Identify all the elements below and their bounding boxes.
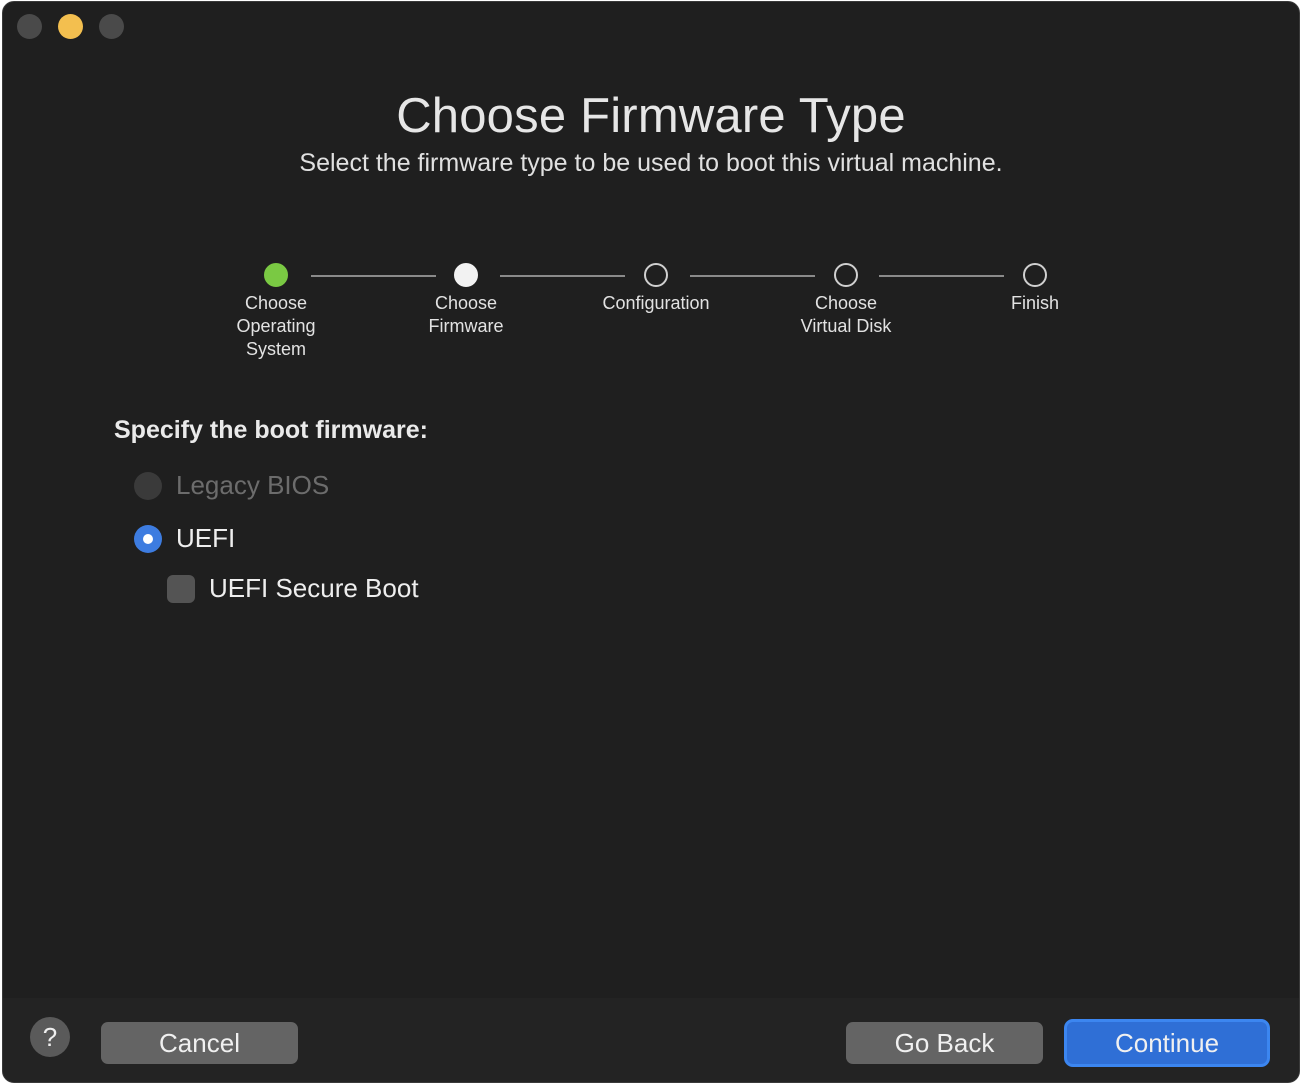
- page-subtitle: Select the firmware type to be used to b…: [299, 149, 1003, 177]
- step-configuration: Configuration: [576, 262, 736, 315]
- close-window-icon[interactable]: [17, 14, 42, 39]
- step-choose-operating-system: Choose Operating System: [196, 262, 356, 361]
- uefi-secure-boot-option[interactable]: UEFI Secure Boot: [167, 573, 419, 604]
- window-controls: [17, 14, 124, 39]
- uefi-option[interactable]: UEFI: [134, 523, 235, 554]
- uefi-label[interactable]: UEFI: [176, 523, 235, 554]
- step-choose-virtual-disk: Choose Virtual Disk: [766, 262, 926, 338]
- step-label: Choose Operating System: [236, 293, 316, 359]
- step-pending-indicator: [644, 263, 668, 287]
- step-pending-indicator: [1023, 263, 1047, 287]
- go-back-button[interactable]: Go Back: [846, 1022, 1043, 1064]
- step-choose-firmware: Choose Firmware: [386, 262, 546, 338]
- assistant-window: Choose Firmware Type Select the firmware…: [2, 1, 1300, 1083]
- legacy-bios-label: Legacy BIOS: [176, 470, 330, 500]
- step-done-indicator: [264, 263, 288, 287]
- step-label: Choose Firmware: [428, 293, 504, 336]
- step-label: Choose Virtual Disk: [800, 293, 892, 336]
- page-title: Choose Firmware Type: [396, 89, 906, 143]
- uefi-secure-boot-checkbox[interactable]: [167, 574, 195, 603]
- cancel-button[interactable]: Cancel: [101, 1022, 298, 1064]
- boot-firmware-heading: Specify the boot firmware:: [114, 416, 428, 444]
- continue-button[interactable]: Continue: [1064, 1019, 1270, 1067]
- zoom-window-icon[interactable]: [99, 14, 124, 39]
- progress-stepper: Choose Operating System Choose Firmware …: [3, 262, 1299, 372]
- minimize-window-icon[interactable]: [58, 14, 83, 39]
- step-finish: Finish: [955, 262, 1115, 315]
- help-button[interactable]: ?: [30, 1017, 70, 1057]
- uefi-radio[interactable]: [134, 524, 162, 553]
- legacy-bios-option: Legacy BIOS: [134, 470, 329, 501]
- legacy-bios-radio: [134, 471, 162, 500]
- step-label: Finish: [1010, 293, 1059, 313]
- uefi-secure-boot-label[interactable]: UEFI Secure Boot: [209, 573, 419, 604]
- step-current-indicator: [454, 263, 478, 287]
- step-label: Configuration: [602, 293, 710, 313]
- step-pending-indicator: [834, 263, 858, 287]
